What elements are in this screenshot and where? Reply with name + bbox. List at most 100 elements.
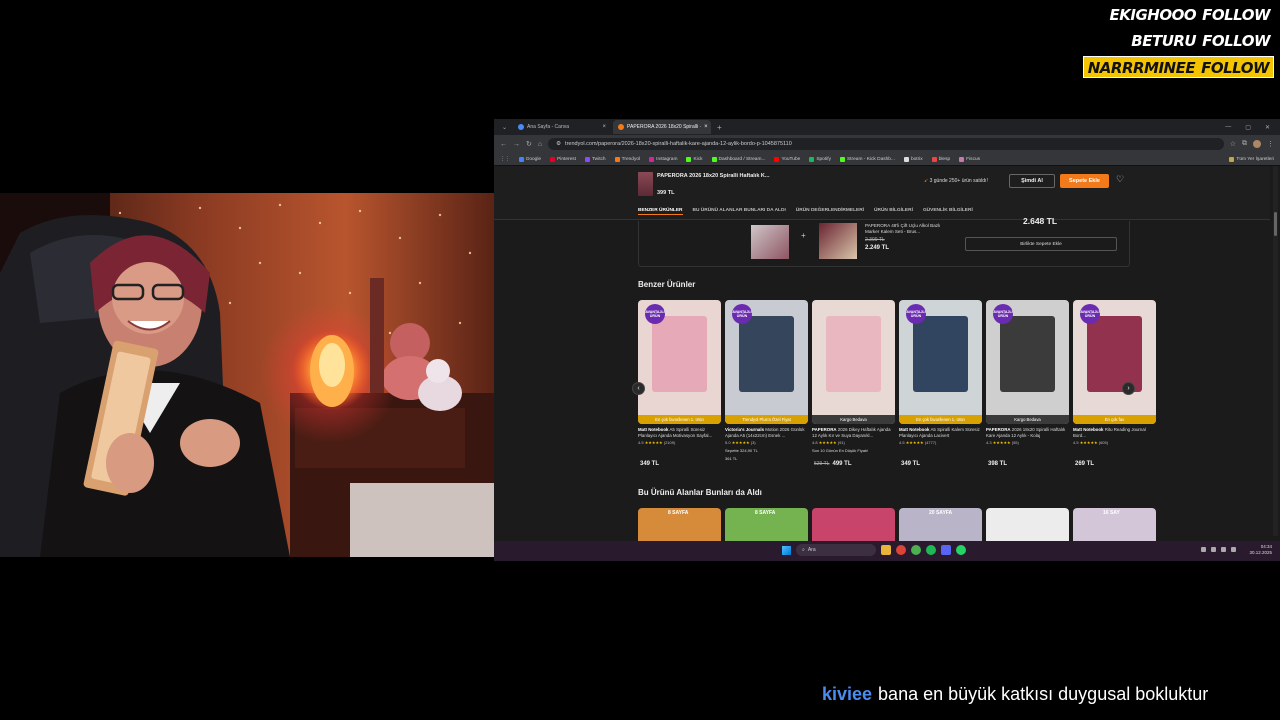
taskbar-search-input[interactable]: ⌕ Ara — [796, 544, 876, 556]
product-image[interactable]: AVANTAJLI ÜRÜN En çok favorilenen 1. ürün — [899, 300, 982, 424]
product-title[interactable]: Victoria's Journals Motion 2026 Günlük A… — [725, 427, 808, 439]
current-price: 499 TL — [832, 461, 852, 467]
bookmark-item[interactable]: Fiscus — [959, 156, 980, 162]
also-bought-card[interactable]: 16 SAY — [1073, 508, 1156, 541]
bookmark-item[interactable]: YouTube — [774, 156, 800, 162]
bookmark-item[interactable]: Dashboard / Stream... — [711, 156, 766, 162]
bookmark-star-icon[interactable]: ☆ — [1230, 140, 1236, 148]
url-input[interactable]: ⚙ trendyol.com/paperora/2026-18x20-spiral… — [548, 138, 1224, 150]
reload-icon[interactable]: ↻ — [526, 140, 532, 148]
product-card[interactable]: AVANTAJLI ÜRÜN Kargo Bedava PAPERORA 2026 … — [986, 300, 1069, 472]
bookmark-item[interactable]: Twitch — [585, 156, 606, 162]
also-bought-card[interactable] — [986, 508, 1069, 541]
product-image[interactable]: AVANTAJLI ÜRÜN Kargo Bedava — [986, 300, 1069, 424]
also-bought-card[interactable] — [812, 508, 895, 541]
buy-now-button[interactable]: Şimdi Al — [1009, 174, 1055, 188]
bookmark-item[interactable]: Instagram — [649, 156, 677, 162]
product-price: 269 TL — [1075, 461, 1094, 467]
maximize-icon[interactable]: ▢ — [1245, 124, 1251, 131]
bookmark-item[interactable]: Trendyol — [614, 156, 640, 162]
product-title[interactable]: PAPERORA 2026 18x20 Spiralli Haftalık Ka… — [986, 427, 1069, 439]
home-icon[interactable]: ⌂ — [538, 141, 542, 148]
chrome-profile-icon[interactable] — [911, 545, 921, 555]
follower-name: EKIGHOOO — [1109, 6, 1197, 24]
profile-avatar[interactable] — [1253, 140, 1261, 148]
battery-icon[interactable] — [1231, 547, 1236, 552]
rating-value: 4.8 — [812, 440, 818, 445]
fiscus-icon — [959, 156, 965, 162]
product-card[interactable]: AVANTAJLI ÜRÜN Trendyol Plus'a Özel Fiyat… — [725, 300, 808, 472]
product-card[interactable]: AVANTAJLI ÜRÜN En çok favorilenen 1. ürün… — [899, 300, 982, 472]
back-icon[interactable]: ← — [500, 141, 507, 148]
product-price: 398 TL — [988, 461, 1007, 467]
rating-value: 5.0 — [725, 440, 731, 445]
also-bought-card[interactable]: 8 SAYFA — [725, 508, 808, 541]
bundle-item-name[interactable]: PAPERORA 48'li Çift Uçlu Alkol Bazlı Mar… — [865, 223, 955, 235]
discord-icon[interactable] — [941, 545, 951, 555]
apps-icon[interactable]: ⋮⋮ — [500, 157, 510, 162]
add-bundle-to-cart-button[interactable]: Birlikte Sepete Ekle — [965, 237, 1117, 251]
product-rating: 4.5 ★★★★★ (2109) — [638, 440, 721, 446]
windows-start-icon[interactable] — [782, 545, 791, 555]
product-title[interactable]: Matt Notebook A5 Spiralli Süresiz Planla… — [638, 427, 721, 439]
bookmark-item[interactable]: Spotify — [809, 156, 831, 162]
chevron-up-icon[interactable] — [1201, 547, 1206, 552]
product-brand: Matt Notebook — [638, 427, 669, 432]
tab-similar-products[interactable]: BENZER ÜRÜNLER — [638, 208, 683, 215]
close-window-icon[interactable]: ✕ — [1265, 124, 1270, 131]
tab-list-icon[interactable]: ⌄ — [498, 124, 511, 131]
product-image[interactable]: Kargo Bedava — [812, 300, 895, 424]
chrome-icon[interactable] — [896, 545, 906, 555]
product-title[interactable]: PAPERORA 2026 Dikey Haftalık Ajanda 12 A… — [812, 427, 895, 439]
file-explorer-icon[interactable] — [881, 545, 891, 555]
page-scrollbar[interactable] — [1273, 166, 1278, 536]
tab-also-bought[interactable]: BU ÜRÜNÜ ALANLAR BUNLARI DA ALDI — [693, 208, 786, 215]
taskbar-clock[interactable]: 04:34 30.12.2025 — [1249, 544, 1272, 556]
product-card[interactable]: AVANTAJLI ÜRÜN En çok fav Matt Notebook Ri… — [1073, 300, 1156, 472]
tab-canva[interactable]: Ana Sayfa - Canva × — [513, 120, 611, 134]
close-icon[interactable]: × — [704, 124, 708, 130]
also-bought-card[interactable]: 8 SAYFA — [638, 508, 721, 541]
tab-reviews[interactable]: ÜRÜN DEĞERLENDİRMELERİ — [796, 208, 864, 215]
canva-icon — [518, 124, 525, 130]
whatsapp-icon[interactable] — [956, 545, 966, 555]
bookmark-item[interactable]: Stream - Kick Dashb... — [839, 156, 895, 162]
product-thumbnail[interactable] — [638, 172, 653, 196]
favorite-heart-icon[interactable]: ♡ — [1116, 174, 1124, 185]
add-to-cart-button[interactable]: Sepete Ekle — [1060, 174, 1109, 188]
bookmark-item[interactable]: botrix — [903, 156, 923, 162]
bookmark-item[interactable]: Google — [518, 156, 541, 162]
site-info-icon[interactable]: ⚙ — [556, 141, 561, 147]
product-title[interactable]: Matt Notebook A5 Spiralli Kalem Süresiz … — [899, 427, 982, 439]
bundle-new-price: 2.249 TL — [865, 245, 890, 251]
bookmark-item[interactable]: Kick — [686, 156, 703, 162]
forward-icon[interactable]: → — [513, 141, 520, 148]
bundle-item-image[interactable] — [751, 225, 789, 259]
menu-icon[interactable]: ⋮ — [1267, 140, 1274, 148]
scrollbar-thumb[interactable] — [1274, 212, 1277, 236]
network-icon[interactable] — [1211, 547, 1216, 552]
also-bought-card[interactable]: 20 SAYFA — [899, 508, 982, 541]
tab-product-info[interactable]: ÜRÜN BİLGİLERİ — [874, 208, 913, 215]
product-image[interactable]: AVANTAJLI ÜRÜN En çok fav — [1073, 300, 1156, 424]
product-title[interactable]: Matt Notebook Ritu Reading Journal Bord.… — [1073, 427, 1156, 439]
bookmark-item[interactable]: blesp — [931, 156, 950, 162]
product-image[interactable]: AVANTAJLI ÜRÜN Trendyol Plus'a Özel Fiyat — [725, 300, 808, 424]
product-image[interactable]: AVANTAJLI ÜRÜN En çok favorilenen 1. ürün — [638, 300, 721, 424]
bundle-item-image[interactable] — [819, 223, 857, 259]
close-icon[interactable]: × — [603, 124, 607, 130]
minimize-icon[interactable]: — — [1225, 124, 1231, 131]
bookmark-label: Dashboard / Stream... — [718, 156, 766, 162]
bookmark-item[interactable]: Pinterest — [550, 156, 576, 162]
volume-icon[interactable] — [1221, 547, 1226, 552]
new-tab-button[interactable]: + — [713, 123, 726, 132]
product-card[interactable]: AVANTAJLI ÜRÜN En çok favorilenen 1. ürün… — [638, 300, 721, 472]
tab-trendyol[interactable]: PAPERORA 2026 18x20 Spiralli · × — [613, 120, 712, 134]
all-bookmarks[interactable]: Tüm Yer İşaretleri — [1229, 156, 1274, 162]
extensions-icon[interactable]: ⧉ — [1242, 140, 1247, 148]
carousel-prev-button[interactable]: ‹ — [632, 382, 645, 395]
tab-safety-info[interactable]: GÜVENLİK BİLGİLERİ — [923, 208, 973, 215]
carousel-next-button[interactable]: › — [1122, 382, 1135, 395]
spotify-icon[interactable] — [926, 545, 936, 555]
product-card[interactable]: Kargo Bedava PAPERORA 2026 Dikey Haftalık… — [812, 300, 895, 472]
